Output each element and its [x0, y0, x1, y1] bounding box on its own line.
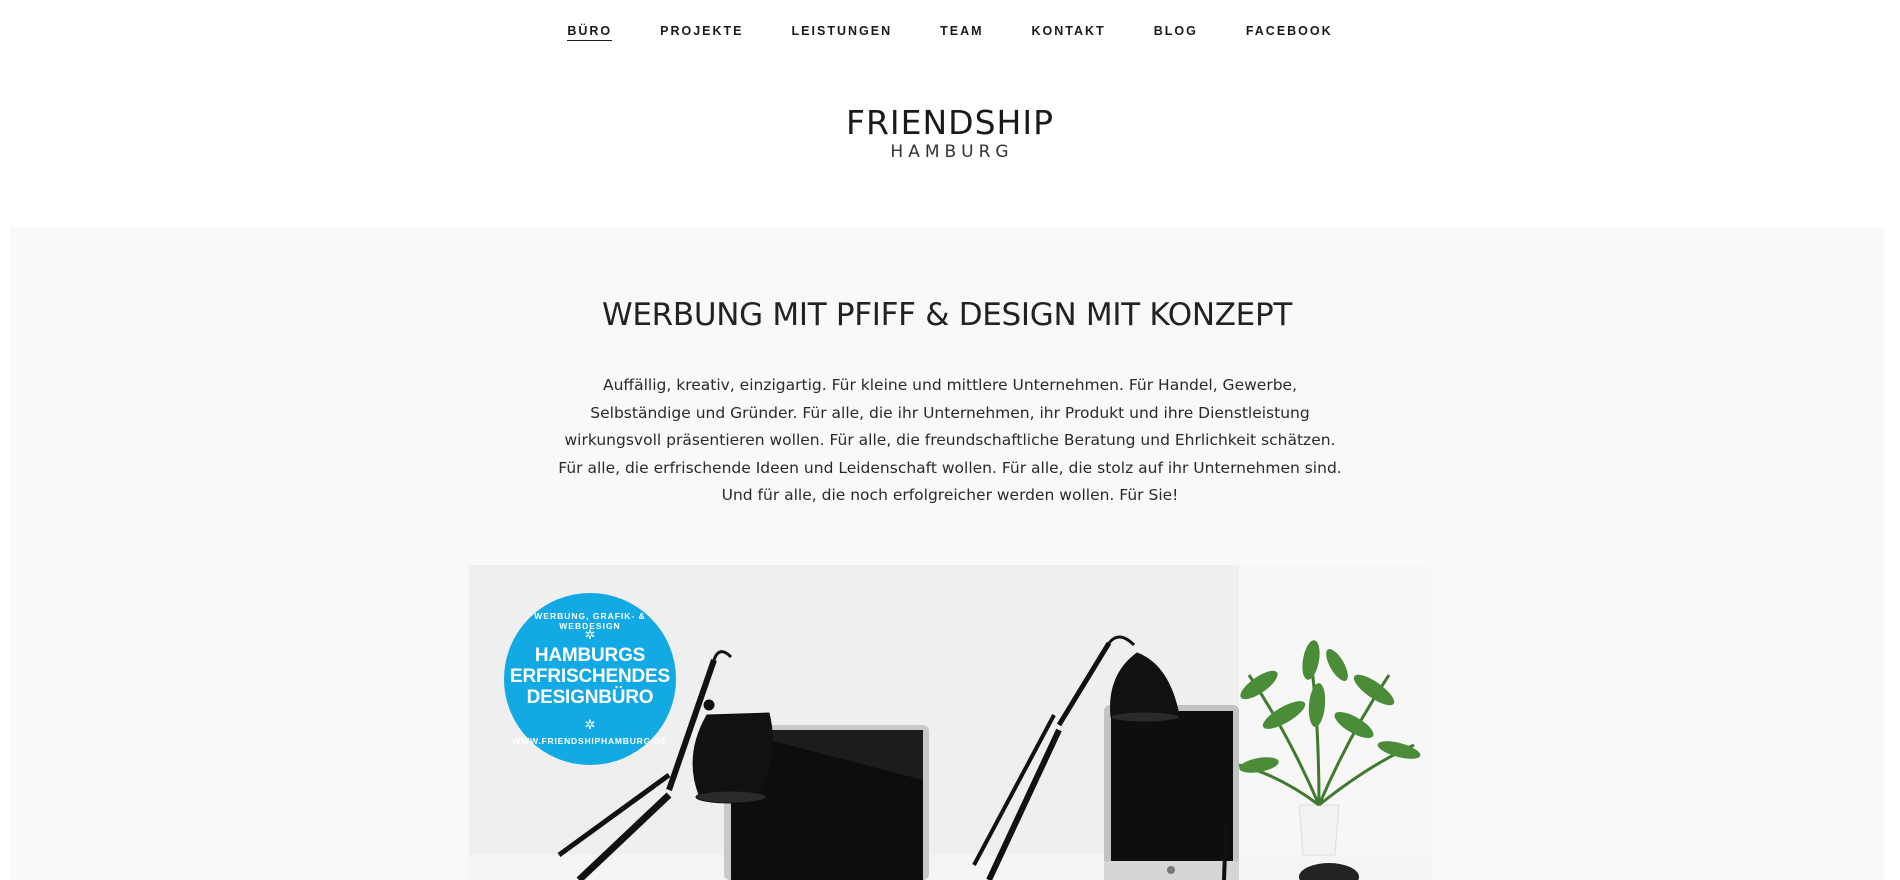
- badge-line-3: DESIGNBÜRO: [526, 687, 654, 708]
- intro-paragraph: Auffällig, kreativ, einzigartig. Für kle…: [558, 376, 1342, 504]
- content-section: WERBUNG MIT PFIFF & DESIGN MIT KONZEPT A…: [10, 227, 1884, 880]
- pen: [1222, 824, 1228, 880]
- main-navigation: BÜRO PROJEKTE LEISTUNGEN TEAM KONTAKT BL…: [0, 0, 1900, 60]
- right-monitor: [1104, 705, 1239, 880]
- logo-title: FRIENDSHIP: [846, 103, 1054, 142]
- badge-line-1: HAMBURGS: [534, 645, 646, 666]
- hero-image: WERBUNG, GRAFIK- & WEBDESIGN ✲ HAMBURGS …: [469, 565, 1431, 880]
- page-headline: WERBUNG MIT PFIFF & DESIGN MIT KONZEPT: [602, 297, 1292, 333]
- nav-item-projekte[interactable]: PROJEKTE: [660, 24, 743, 40]
- nav-item-team[interactable]: TEAM: [940, 24, 983, 40]
- badge-star-icon: ✲: [584, 627, 596, 642]
- badge-star-icon: ✲: [584, 717, 596, 732]
- nav-list: BÜRO PROJEKTE LEISTUNGEN TEAM KONTAKT BL…: [543, 20, 1356, 41]
- nav-item-kontakt[interactable]: KONTAKT: [1032, 24, 1106, 40]
- site-logo[interactable]: FRIENDSHIP HAMBURG: [0, 105, 1900, 163]
- badge-main-text: HAMBURGS ERFRISCHENDES DESIGNBÜRO: [504, 645, 676, 708]
- hamburg-design-badge: WERBUNG, GRAFIK- & WEBDESIGN ✲ HAMBURGS …: [504, 593, 676, 765]
- logo-subtitle: HAMBURG: [890, 142, 1014, 162]
- nav-item-facebook[interactable]: FACEBOOK: [1246, 24, 1333, 40]
- nav-item-leistungen[interactable]: LEISTUNGEN: [792, 24, 893, 40]
- badge-bottom-text: WWW.FRIENDSHIPHAMBURG.DE: [512, 736, 668, 746]
- badge-line-2: ERFRISCHENDES: [510, 666, 670, 687]
- nav-item-blog[interactable]: BLOG: [1154, 24, 1198, 40]
- nav-item-buero[interactable]: BÜRO: [567, 24, 613, 41]
